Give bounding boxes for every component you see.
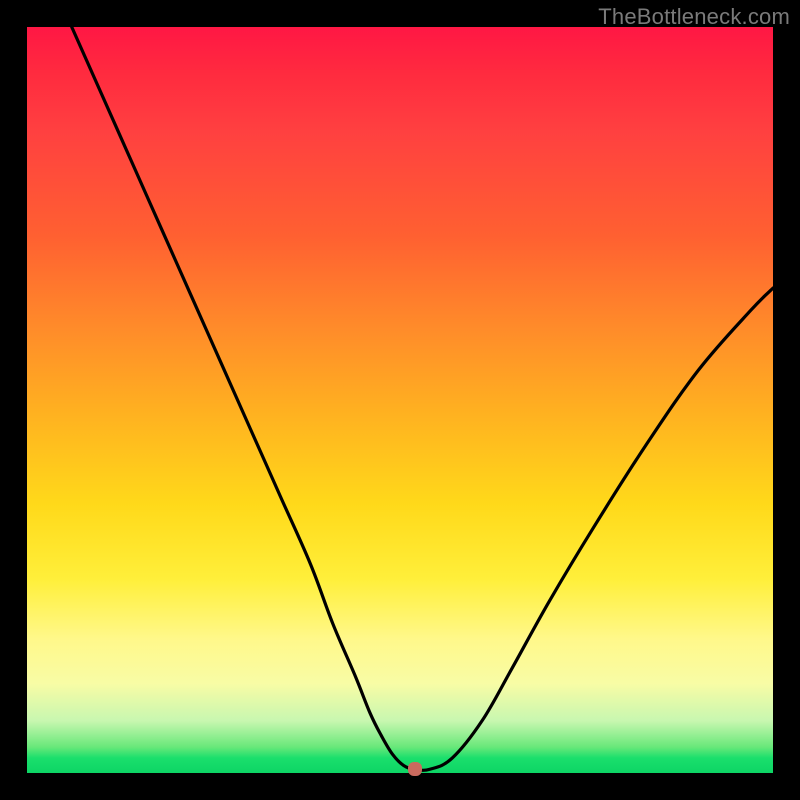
optimal-point-marker (408, 762, 422, 776)
bottleneck-curve (27, 27, 773, 773)
chart-frame: TheBottleneck.com (0, 0, 800, 800)
plot-area (27, 27, 773, 773)
